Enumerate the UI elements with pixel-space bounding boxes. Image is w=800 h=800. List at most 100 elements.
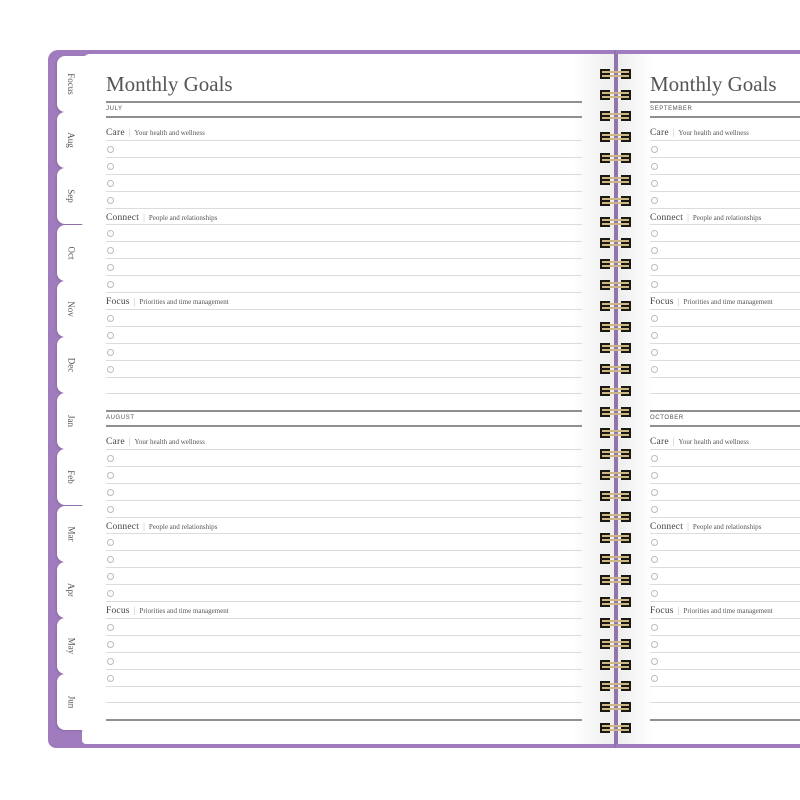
goal-line	[650, 258, 800, 260]
goal-checkbox[interactable]	[107, 196, 114, 204]
line-rule	[106, 533, 582, 535]
goal-checkbox[interactable]	[107, 454, 114, 462]
goal-checkbox[interactable]	[651, 314, 658, 322]
goal-checkbox[interactable]	[107, 145, 114, 153]
goal-line	[106, 668, 582, 670]
goal-line	[650, 668, 800, 670]
goal-line	[650, 359, 800, 361]
tab-nov[interactable]: Nov	[57, 280, 85, 337]
goal-checkbox[interactable]	[107, 488, 114, 496]
goal-checkbox[interactable]	[651, 488, 658, 496]
goal-line	[650, 173, 800, 175]
goal-checkbox[interactable]	[651, 640, 658, 648]
tab-mar[interactable]: Mar	[57, 505, 85, 562]
goal-checkbox[interactable]	[651, 145, 658, 153]
category-name: Focus	[106, 297, 130, 307]
goal-checkbox[interactable]	[107, 179, 114, 187]
goal-checkbox[interactable]	[651, 657, 658, 665]
month-label: SEPTEMBER	[650, 106, 693, 112]
goal-checkbox[interactable]	[651, 505, 658, 513]
goal-line	[650, 325, 800, 327]
tab-focus[interactable]: Focus	[57, 56, 85, 112]
goal-line	[106, 342, 582, 344]
goal-checkbox[interactable]	[651, 162, 658, 170]
spiral-coil	[600, 575, 631, 586]
goal-line	[650, 275, 800, 277]
separator: |	[677, 296, 680, 306]
line-rule	[650, 448, 800, 450]
spiral-coil	[600, 491, 631, 501]
page-title: Monthly Goals	[650, 72, 777, 96]
goal-checkbox[interactable]	[107, 348, 114, 356]
tab-feb[interactable]: Feb	[57, 449, 85, 506]
category-description: People and relationships	[692, 522, 762, 531]
tab-jun[interactable]: Jun	[57, 674, 85, 731]
tab-oct[interactable]: Oct	[57, 224, 85, 281]
tab-label: Dec	[66, 357, 76, 373]
goal-line	[650, 685, 800, 687]
goal-checkbox[interactable]	[651, 454, 658, 462]
spiral-coil	[600, 638, 631, 649]
goal-checkbox[interactable]	[107, 505, 114, 513]
goal-line	[650, 342, 800, 344]
goal-checkbox[interactable]	[651, 674, 658, 682]
line-rule	[106, 448, 582, 450]
tab-label: Aug	[66, 132, 76, 148]
goal-checkbox[interactable]	[651, 331, 658, 339]
month-label: OCTOBER	[650, 415, 684, 421]
category-header: Focus | Priorities and time management	[106, 296, 229, 307]
goal-checkbox[interactable]	[107, 657, 114, 665]
goal-checkbox[interactable]	[651, 348, 658, 356]
goal-checkbox[interactable]	[651, 196, 658, 204]
goal-checkbox[interactable]	[107, 640, 114, 648]
goal-line	[650, 634, 800, 636]
goal-checkbox[interactable]	[107, 162, 114, 170]
category-description: People and relationships	[148, 522, 218, 531]
line-rule	[650, 308, 800, 310]
separator: |	[672, 436, 675, 446]
goal-line	[106, 567, 582, 569]
goal-checkbox[interactable]	[107, 674, 114, 682]
category-header: Connect | People and relationships	[650, 521, 761, 532]
spiral-coil	[600, 469, 631, 480]
spiral-coil	[600, 554, 631, 565]
separator: |	[687, 520, 689, 531]
goal-line	[106, 156, 582, 158]
tab-sep[interactable]: Sep	[57, 168, 85, 225]
spiral-coil	[600, 153, 631, 164]
goal-line	[106, 465, 582, 467]
tab-aug[interactable]: Aug	[57, 112, 85, 169]
tab-may[interactable]: May	[57, 618, 85, 674]
tab-apr[interactable]: Apr	[57, 561, 85, 618]
goal-checkbox[interactable]	[651, 179, 658, 187]
tab-dec[interactable]: Dec	[57, 337, 85, 393]
category-description: People and relationships	[692, 213, 762, 222]
goal-line	[650, 241, 800, 243]
category-name: Connect	[650, 521, 684, 532]
goal-line	[650, 550, 800, 552]
spiral-coil	[600, 596, 631, 607]
spiral-coil	[600, 702, 631, 712]
goal-checkbox[interactable]	[107, 471, 114, 479]
spiral-coil	[600, 111, 631, 122]
tab-jan[interactable]: Jan	[57, 393, 85, 450]
category-header: Care | Your health and wellness	[106, 436, 205, 447]
category-header: Care | Your health and wellness	[650, 436, 749, 447]
goal-checkbox[interactable]	[107, 623, 114, 631]
spiral-coil	[600, 680, 631, 691]
goal-checkbox[interactable]	[107, 365, 114, 373]
goal-checkbox[interactable]	[651, 623, 658, 631]
goal-checkbox[interactable]	[651, 365, 658, 373]
tab-label: Focus	[65, 73, 76, 95]
goal-line	[650, 465, 800, 467]
goal-line	[650, 601, 800, 602]
tab-label: May	[66, 637, 76, 655]
goal-checkbox[interactable]	[107, 314, 114, 322]
line-rule	[106, 224, 582, 226]
month-rule-top	[650, 101, 800, 103]
goal-checkbox[interactable]	[107, 331, 114, 339]
goal-line	[650, 292, 800, 293]
category-name: Focus	[650, 606, 674, 616]
goal-checkbox[interactable]	[651, 471, 658, 479]
category-description: Your health and wellness	[134, 129, 205, 137]
